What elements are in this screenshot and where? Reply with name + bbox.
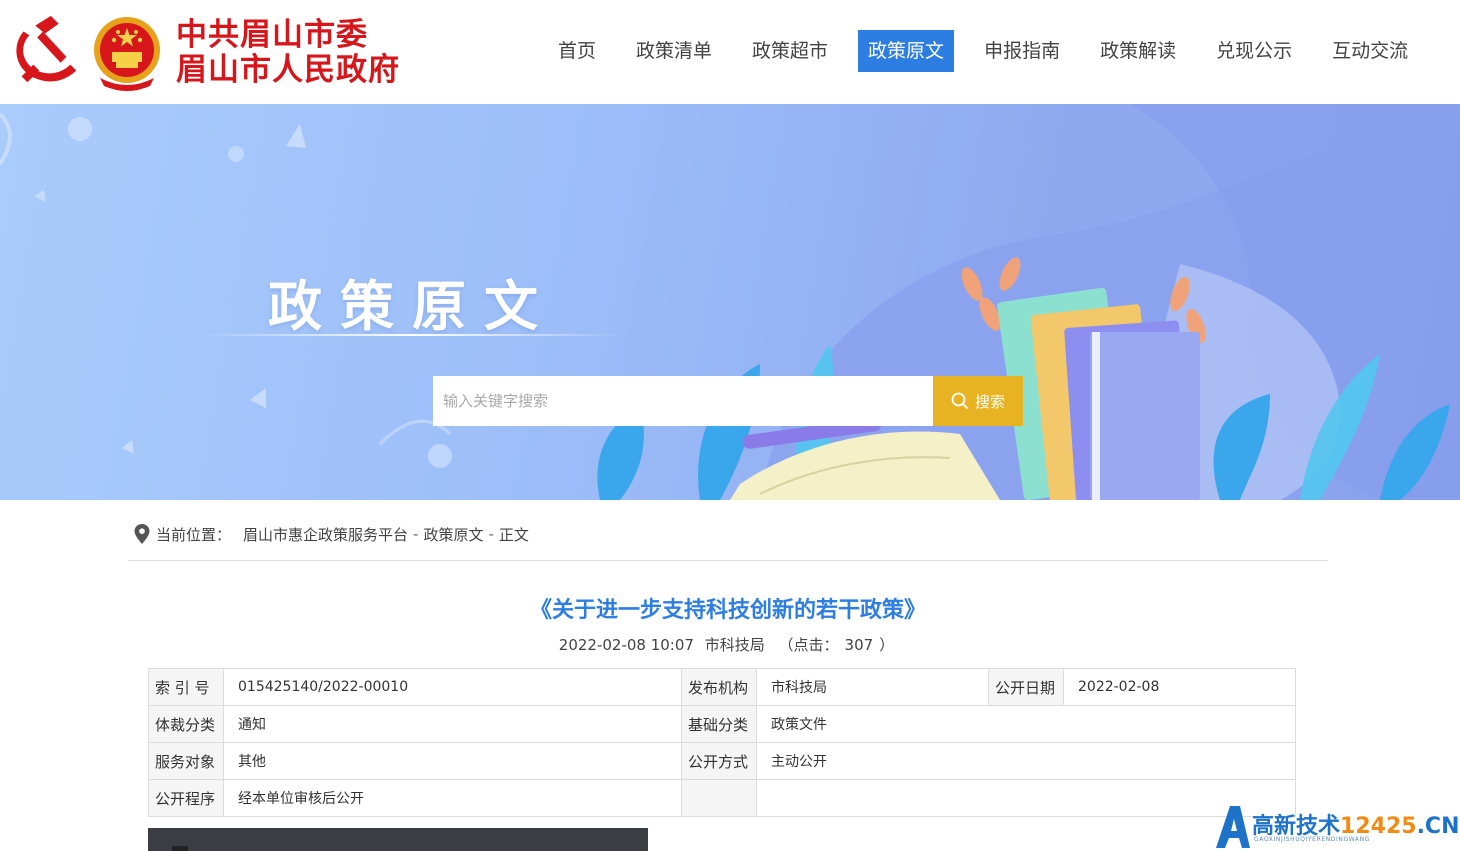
breadcrumb-policy-original[interactable]: 政策原文 bbox=[423, 524, 483, 545]
breadcrumb-divider bbox=[128, 560, 1328, 561]
breadcrumb: 当前位置： 眉山市惠企政策服务平台 - 政策原文 - 正文 bbox=[134, 522, 529, 546]
publisher-label: 发布机构 bbox=[681, 668, 757, 706]
service-target-value: 其他 bbox=[223, 742, 682, 780]
nav-policy-original[interactable]: 政策原文 bbox=[858, 30, 955, 72]
nav-policy-list[interactable]: 政策清单 bbox=[626, 30, 722, 72]
national-emblem-icon bbox=[94, 17, 160, 91]
nav-policy-market[interactable]: 政策超市 bbox=[742, 30, 838, 72]
article-datetime: 2022-02-08 10:07 bbox=[558, 636, 694, 654]
site-logo-text: 中共眉山市委 眉山市人民政府 bbox=[176, 18, 400, 88]
banner-title: 政策原文 bbox=[268, 275, 556, 338]
clicks-label: （点击： bbox=[778, 636, 839, 654]
nav-application-guide[interactable]: 申报指南 bbox=[974, 30, 1070, 72]
nav-home[interactable]: 首页 bbox=[548, 30, 606, 72]
table-row: 服务对象 其他 公开方式 主动公开 bbox=[148, 742, 1296, 780]
site-watermark: 高新技术12425.CN GAOXINJISHUQIYERENDINGWANG bbox=[1212, 802, 1460, 851]
disclosure-method-value: 主动公开 bbox=[756, 742, 1296, 780]
search-input[interactable] bbox=[433, 376, 933, 426]
index-number-value: 015425140/2022-00010 bbox=[223, 668, 682, 706]
disclosure-method-label: 公开方式 bbox=[681, 742, 757, 780]
document-preview[interactable] bbox=[148, 828, 648, 851]
base-category-label: 基础分类 bbox=[681, 705, 757, 743]
publisher-value: 市科技局 bbox=[756, 668, 989, 706]
watermark-subtext: GAOXINJISHUQIYERENDINGWANG bbox=[1254, 836, 1370, 843]
table-row: 体裁分类 通知 基础分类 政策文件 bbox=[148, 705, 1296, 743]
publish-date-value: 2022-02-08 bbox=[1063, 668, 1296, 706]
watermark-logo-icon bbox=[1216, 806, 1250, 848]
clicks-close: ） bbox=[879, 636, 895, 654]
article-title: 《关于进一步支持科技创新的若干政策》 bbox=[529, 598, 926, 623]
main-nav: 首页 政策清单 政策超市 政策原文 申报指南 政策解读 兑现公示 互动交流 bbox=[548, 30, 1418, 72]
publish-date-label: 公开日期 bbox=[988, 668, 1064, 706]
nav-interaction[interactable]: 互动交流 bbox=[1322, 30, 1418, 72]
empty-cell bbox=[681, 779, 757, 817]
breadcrumb-separator: - bbox=[413, 525, 419, 543]
article-publisher: 市科技局 bbox=[704, 636, 765, 654]
site-header: 中共眉山市委 眉山市人民政府 首页 政策清单 政策超市 政策原文 申报指南 政策… bbox=[0, 0, 1460, 104]
logo-line-government: 眉山市人民政府 bbox=[176, 52, 400, 88]
breadcrumb-platform-home[interactable]: 眉山市惠企政策服务平台 bbox=[243, 524, 408, 545]
hero-banner: 政策原文 搜索 bbox=[0, 104, 1460, 500]
base-category-value: 政策文件 bbox=[756, 705, 1296, 743]
disclosure-procedure-label: 公开程序 bbox=[148, 779, 224, 817]
article-click-count: （点击： 307 ） bbox=[776, 636, 898, 654]
article-meta: 2022-02-08 10:07 市科技局 （点击： 307 ） bbox=[0, 634, 1456, 655]
banner-illustration bbox=[0, 104, 1460, 500]
party-emblem-icon bbox=[16, 15, 77, 83]
nav-redemption-notice[interactable]: 兑现公示 bbox=[1206, 30, 1302, 72]
search-icon bbox=[951, 392, 969, 410]
breadcrumb-current: 正文 bbox=[498, 525, 529, 544]
genre-value: 通知 bbox=[223, 705, 682, 743]
disclosure-procedure-value: 经本单位审核后公开 bbox=[223, 779, 682, 817]
service-target-label: 服务对象 bbox=[148, 742, 224, 780]
nav-policy-interpretation[interactable]: 政策解读 bbox=[1090, 30, 1186, 72]
document-info-table: 索 引 号 015425140/2022-00010 发布机构 市科技局 公开日… bbox=[148, 668, 1296, 817]
breadcrumb-label: 当前位置： bbox=[156, 525, 232, 544]
location-pin-icon bbox=[134, 524, 150, 544]
banner-title-underline bbox=[196, 334, 626, 336]
table-row: 索 引 号 015425140/2022-00010 发布机构 市科技局 公开日… bbox=[148, 668, 1296, 706]
clicks-value: 307 bbox=[844, 636, 874, 654]
genre-label: 体裁分类 bbox=[148, 705, 224, 743]
search-button[interactable]: 搜索 bbox=[933, 376, 1023, 426]
breadcrumb-separator: - bbox=[488, 525, 494, 543]
table-row: 公开程序 经本单位审核后公开 bbox=[148, 779, 1296, 817]
index-number-label: 索 引 号 bbox=[148, 668, 224, 706]
logo-line-party: 中共眉山市委 bbox=[176, 17, 368, 53]
watermark-text-b: .CN bbox=[1416, 814, 1460, 839]
document-preview-mark bbox=[172, 846, 188, 851]
search-button-label: 搜索 bbox=[974, 393, 1005, 411]
